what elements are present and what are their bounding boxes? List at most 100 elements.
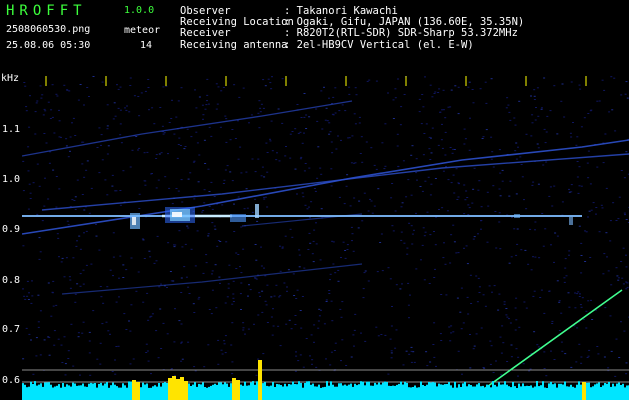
noise-speck [264,300,267,302]
noise-speck [415,268,418,270]
noise-speck [150,373,152,375]
noise-speck [193,198,196,200]
noise-speck [525,133,528,135]
noise-speck [293,295,296,296]
noise-speck [198,154,201,156]
level-bar [230,383,232,390]
freq-tick-label: 1.1 [2,124,21,135]
noise-speck [521,176,524,178]
noise-speck [82,141,85,143]
noise-speck [440,139,443,141]
noise-speck [281,78,284,80]
noise-speck [68,276,71,278]
noise-speck [56,95,59,97]
noise-speck [186,225,189,227]
level-bar [620,385,622,390]
noise-speck [376,271,379,273]
noise-speck [507,104,510,106]
noise-speck [111,174,114,176]
noise-speck [329,131,332,133]
level-bar [536,381,538,390]
noise-speck [271,334,274,336]
noise-speck [500,374,503,376]
noise-speck [341,339,344,341]
level-bar [116,386,118,390]
level-bar [248,385,250,390]
noise-speck [550,350,552,352]
noise-speck [467,86,470,88]
noise-speck [390,325,393,327]
level-bar [598,382,600,390]
noise-speck [312,240,315,242]
level-bar [200,384,202,390]
info-value-location: : Ogaki, Gifu, JAPAN (136.60E, 35.35N) [284,16,525,28]
noise-speck [488,285,491,287]
noise-speck [133,95,136,97]
level-bar [208,386,210,390]
noise-speck [109,333,111,335]
noise-speck [193,366,196,368]
noise-speck [330,351,333,353]
level-bar [470,385,472,390]
noise-speck [517,356,520,358]
noise-speck [435,365,437,367]
noise-speck [210,135,213,137]
noise-speck [525,208,528,210]
noise-speck [129,166,132,168]
noise-speck [193,312,196,313]
level-bar [562,384,564,390]
level-bar [94,383,96,390]
level-bar [212,384,214,390]
noise-speck [392,99,395,101]
noise-speck [311,363,313,365]
noise-speck [543,77,546,79]
noise-speck [332,263,335,265]
noise-speck [370,147,373,149]
noise-speck [50,315,53,317]
level-bar [26,387,28,390]
level-bar [118,387,120,390]
noise-speck [482,294,485,296]
noise-speck [491,151,494,153]
noise-speck [170,118,173,119]
noise-speck [396,145,399,147]
noise-speck [325,301,328,302]
noise-speck [383,168,386,170]
noise-speck [403,242,406,244]
noise-speck [364,270,367,272]
level-bar [416,387,418,390]
level-peak [258,360,262,400]
noise-speck [261,290,264,292]
level-bar [188,383,190,390]
noise-speck [422,154,425,156]
noise-speck [449,147,452,148]
level-bar [392,385,394,390]
level-bar [62,383,64,390]
noise-speck [130,257,133,259]
noise-speck [334,342,337,344]
noise-speck [425,351,428,353]
noise-speck [77,336,80,338]
noise-speck [600,204,603,206]
level-bar [210,385,212,390]
level-bar [72,382,74,390]
noise-speck [235,268,238,269]
noise-speck [301,296,304,297]
noise-speck [85,230,88,232]
noise-speck [581,297,584,299]
noise-speck [220,349,223,351]
noise-speck [543,312,546,314]
level-bar [110,385,112,390]
level-peak [184,381,188,400]
noise-speck [610,350,613,352]
noise-speck [298,249,301,251]
noise-speck [578,166,581,168]
noise-speck [255,278,258,280]
level-bar [526,385,528,390]
noise-speck [601,79,604,81]
level-bar [498,382,500,390]
level-bar [84,386,86,390]
noise-speck [23,82,26,83]
noise-speck [624,214,626,216]
noise-speck [98,172,101,174]
